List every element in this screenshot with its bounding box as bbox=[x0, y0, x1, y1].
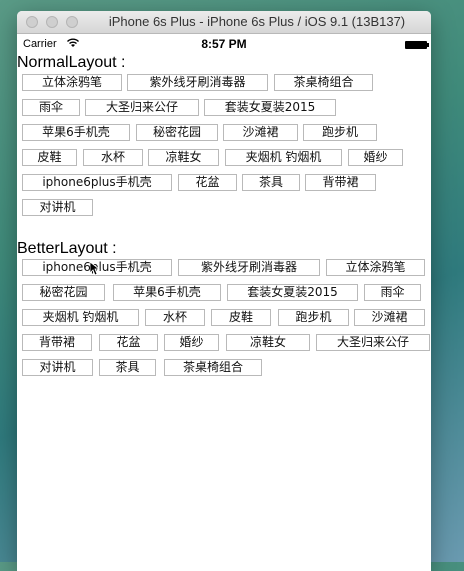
better-tag[interactable]: 套装女夏装2015 bbox=[227, 284, 358, 301]
normal-tag[interactable]: 水杯 bbox=[83, 149, 143, 166]
better-tag[interactable]: 夹烟机 钓烟机 bbox=[22, 309, 139, 326]
better-tag[interactable]: 对讲机 bbox=[22, 359, 93, 376]
battery-icon bbox=[405, 41, 429, 49]
better-tag[interactable]: 花盆 bbox=[99, 334, 158, 351]
better-tag[interactable]: 跑步机 bbox=[278, 309, 349, 326]
title-bar: iPhone 6s Plus - iPhone 6s Plus / iOS 9.… bbox=[17, 11, 431, 34]
normal-tag[interactable]: 紫外线牙刷消毒器 bbox=[127, 74, 268, 91]
mouse-cursor-icon bbox=[90, 262, 100, 276]
normal-tag[interactable]: 跑步机 bbox=[303, 124, 377, 141]
better-tag[interactable]: 水杯 bbox=[145, 309, 205, 326]
normal-tag[interactable]: iphone6plus手机壳 bbox=[22, 174, 172, 191]
better-tag[interactable]: 苹果6手机壳 bbox=[113, 284, 221, 301]
zoom-window-button[interactable] bbox=[66, 16, 78, 28]
close-window-button[interactable] bbox=[26, 16, 38, 28]
better-tag[interactable]: 沙滩裙 bbox=[354, 309, 425, 326]
normal-tag[interactable]: 大圣归来公仔 bbox=[85, 99, 199, 116]
normal-tag[interactable]: 对讲机 bbox=[22, 199, 93, 216]
normal-tag[interactable]: 凉鞋女 bbox=[148, 149, 219, 166]
normal-tag[interactable]: 雨伞 bbox=[22, 99, 80, 116]
normal-tag[interactable]: 秘密花园 bbox=[136, 124, 218, 141]
normal-tag[interactable]: 茶具 bbox=[242, 174, 300, 191]
better-tag[interactable]: 紫外线牙刷消毒器 bbox=[178, 259, 320, 276]
better-tag[interactable]: 茶桌椅组合 bbox=[164, 359, 262, 376]
normal-tag[interactable]: 沙滩裙 bbox=[223, 124, 298, 141]
status-time: 8:57 PM bbox=[201, 37, 247, 51]
normal-tag[interactable]: 婚纱 bbox=[348, 149, 403, 166]
normal-tag[interactable]: 立体涂鸦笔 bbox=[22, 74, 122, 91]
normal-tag[interactable]: 背带裙 bbox=[305, 174, 376, 191]
better-layout-title: BetterLayout : bbox=[17, 240, 117, 257]
normal-tag[interactable]: 皮鞋 bbox=[22, 149, 77, 166]
better-tag[interactable]: 茶具 bbox=[99, 359, 156, 376]
better-tag[interactable]: 秘密花园 bbox=[22, 284, 105, 301]
normal-layout-title: NormalLayout : bbox=[17, 54, 126, 71]
better-tag[interactable]: 大圣归来公仔 bbox=[316, 334, 430, 351]
window-title: iPhone 6s Plus - iPhone 6s Plus / iOS 9.… bbox=[108, 14, 406, 29]
better-tag[interactable]: 凉鞋女 bbox=[226, 334, 310, 351]
normal-tag[interactable]: 花盆 bbox=[178, 174, 237, 191]
better-tag[interactable]: 背带裙 bbox=[22, 334, 92, 351]
normal-tag[interactable]: 茶桌椅组合 bbox=[274, 74, 373, 91]
normal-tag[interactable]: 套装女夏装2015 bbox=[204, 99, 336, 116]
ios-status-bar: Carrier 8:57 PM bbox=[17, 34, 431, 54]
simulator-window: iPhone 6s Plus - iPhone 6s Plus / iOS 9.… bbox=[17, 11, 431, 571]
minimize-window-button[interactable] bbox=[46, 16, 58, 28]
better-tag[interactable]: 立体涂鸦笔 bbox=[326, 259, 425, 276]
better-tag[interactable]: 婚纱 bbox=[164, 334, 219, 351]
normal-tag[interactable]: 苹果6手机壳 bbox=[22, 124, 130, 141]
better-tag[interactable]: 皮鞋 bbox=[211, 309, 271, 326]
better-tag[interactable]: 雨伞 bbox=[364, 284, 421, 301]
normal-tag[interactable]: 夹烟机 钓烟机 bbox=[225, 149, 342, 166]
